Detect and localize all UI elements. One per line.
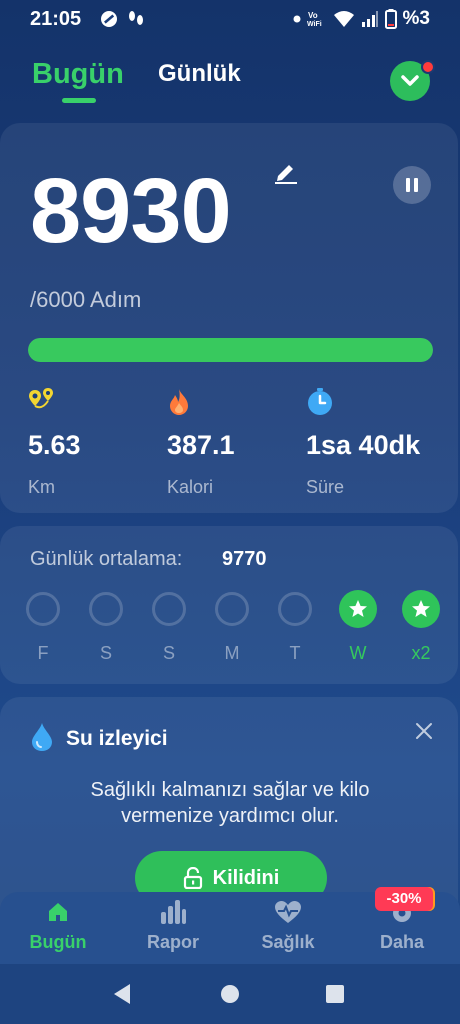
day-circle bbox=[215, 592, 249, 626]
heart-pulse-icon bbox=[275, 901, 301, 923]
stat-distance: 5.63 Km bbox=[28, 388, 168, 498]
tab-daily[interactable]: Günlük bbox=[158, 60, 241, 88]
vowifi-icon: Vo WiFi bbox=[307, 11, 322, 28]
step-progress-bar bbox=[28, 338, 433, 362]
edit-icon[interactable] bbox=[272, 160, 300, 189]
stat-distance-label: Km bbox=[28, 477, 55, 497]
distance-icon bbox=[29, 388, 53, 409]
home-icon bbox=[49, 903, 67, 921]
home-circle-icon[interactable] bbox=[220, 984, 240, 1004]
signal-icon bbox=[361, 11, 378, 27]
nav-today-label: Bugün bbox=[29, 932, 87, 952]
battery-percent: %3 bbox=[402, 8, 430, 29]
stat-duration-value: 1sa 40dk bbox=[306, 430, 421, 460]
day-label: S bbox=[162, 643, 175, 663]
day-label: F bbox=[37, 643, 49, 663]
day-label: T bbox=[289, 643, 301, 663]
step-progress-fill bbox=[28, 338, 433, 362]
bar-chart-icon bbox=[161, 900, 186, 924]
status-left-icons bbox=[100, 10, 144, 28]
status-time: 21:05 bbox=[30, 8, 82, 30]
day-label: W bbox=[349, 643, 367, 663]
stat-duration: 1sa 40dk Süre bbox=[306, 388, 446, 498]
tab-today[interactable]: Bugün bbox=[32, 58, 124, 91]
back-icon[interactable] bbox=[112, 983, 132, 1005]
stat-duration-label: Süre bbox=[306, 477, 345, 497]
daily-average-value: 9770 bbox=[222, 548, 267, 570]
nav-today[interactable]: Bugün bbox=[3, 900, 113, 953]
day-circle bbox=[339, 590, 377, 628]
unlock-icon bbox=[183, 867, 202, 889]
notification-dot bbox=[421, 60, 435, 74]
daily-average-label: Günlük ortalama: bbox=[30, 548, 183, 570]
dot-icon bbox=[293, 15, 301, 23]
pause-button[interactable] bbox=[393, 166, 431, 204]
timer-icon bbox=[308, 388, 332, 415]
pause-icon bbox=[406, 178, 418, 192]
svg-text:WiFi: WiFi bbox=[307, 21, 322, 28]
close-icon[interactable] bbox=[414, 721, 434, 746]
nav-health-label: Sağlık bbox=[261, 932, 315, 952]
battery-icon bbox=[384, 9, 397, 29]
nav-report[interactable]: Rapor bbox=[118, 900, 228, 953]
nav-health[interactable]: Sağlık bbox=[233, 900, 343, 953]
unlock-button-label: Kilidini bbox=[212, 866, 280, 889]
chevron-down-icon bbox=[401, 75, 419, 86]
svg-text:Vo: Vo bbox=[308, 11, 318, 20]
day-circle bbox=[402, 590, 440, 628]
step-goal: /6000 Adım bbox=[30, 287, 142, 312]
promo-badge: -30% bbox=[375, 887, 433, 911]
nav-report-label: Rapor bbox=[146, 932, 199, 952]
flame-icon bbox=[170, 389, 188, 415]
star-icon bbox=[412, 600, 430, 617]
stat-calories-label: Kalori bbox=[167, 477, 214, 497]
water-tracker-title: Su izleyici bbox=[66, 727, 168, 750]
day-circle bbox=[152, 592, 186, 626]
day-circle bbox=[89, 592, 123, 626]
system-nav-bar bbox=[0, 964, 460, 1024]
day-label: S bbox=[99, 643, 112, 663]
status-right-icons: Vo WiFi %3 bbox=[293, 8, 430, 30]
stat-distance-value: 5.63 bbox=[28, 430, 81, 460]
no-disturb-icon bbox=[101, 11, 117, 27]
water-tracker-description: Sağlıklı kalmanızı sağlar ve kilo vermen… bbox=[90, 779, 370, 827]
day-label: x2 bbox=[411, 643, 431, 663]
steps-icon bbox=[129, 11, 143, 25]
day-label: M bbox=[224, 643, 240, 663]
stat-calories: 387.1 Kalori bbox=[167, 388, 307, 498]
step-count: 8930 bbox=[30, 160, 232, 262]
stat-calories-value: 387.1 bbox=[167, 430, 235, 460]
nav-more-label: Daha bbox=[379, 932, 424, 952]
water-drop-icon bbox=[30, 722, 54, 757]
tab-indicator bbox=[62, 98, 96, 103]
day-circle bbox=[278, 592, 312, 626]
recents-icon[interactable] bbox=[325, 984, 345, 1004]
star-icon bbox=[349, 600, 367, 617]
wifi-icon bbox=[333, 11, 354, 27]
day-circle bbox=[26, 592, 60, 626]
